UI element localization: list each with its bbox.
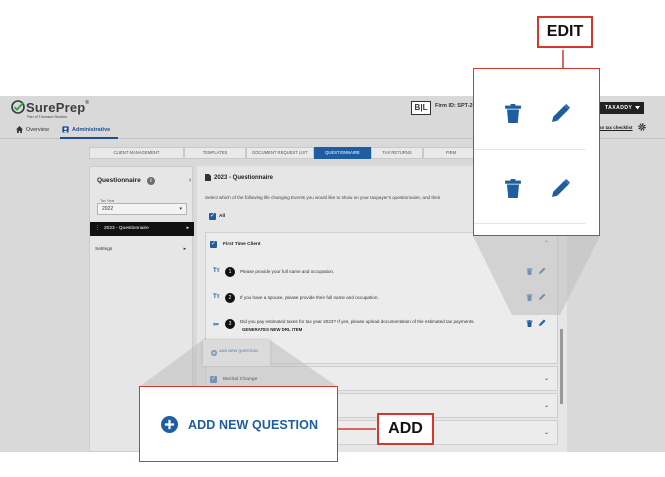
add-new-question-label-large[interactable]: ADD NEW QUESTION <box>188 418 318 432</box>
divider <box>474 149 586 150</box>
edit-callout-popup <box>473 68 600 236</box>
trash-icon[interactable] <box>505 179 521 198</box>
add-callout-popup: ADD NEW QUESTION <box>139 386 338 462</box>
pencil-icon[interactable] <box>552 104 570 122</box>
edit-callout-label: EDIT <box>537 16 593 48</box>
plus-circle-icon[interactable] <box>161 416 178 433</box>
trash-icon[interactable] <box>505 104 521 123</box>
add-callout-label: ADD <box>377 413 434 445</box>
pencil-icon[interactable] <box>552 179 570 197</box>
divider <box>474 223 586 224</box>
